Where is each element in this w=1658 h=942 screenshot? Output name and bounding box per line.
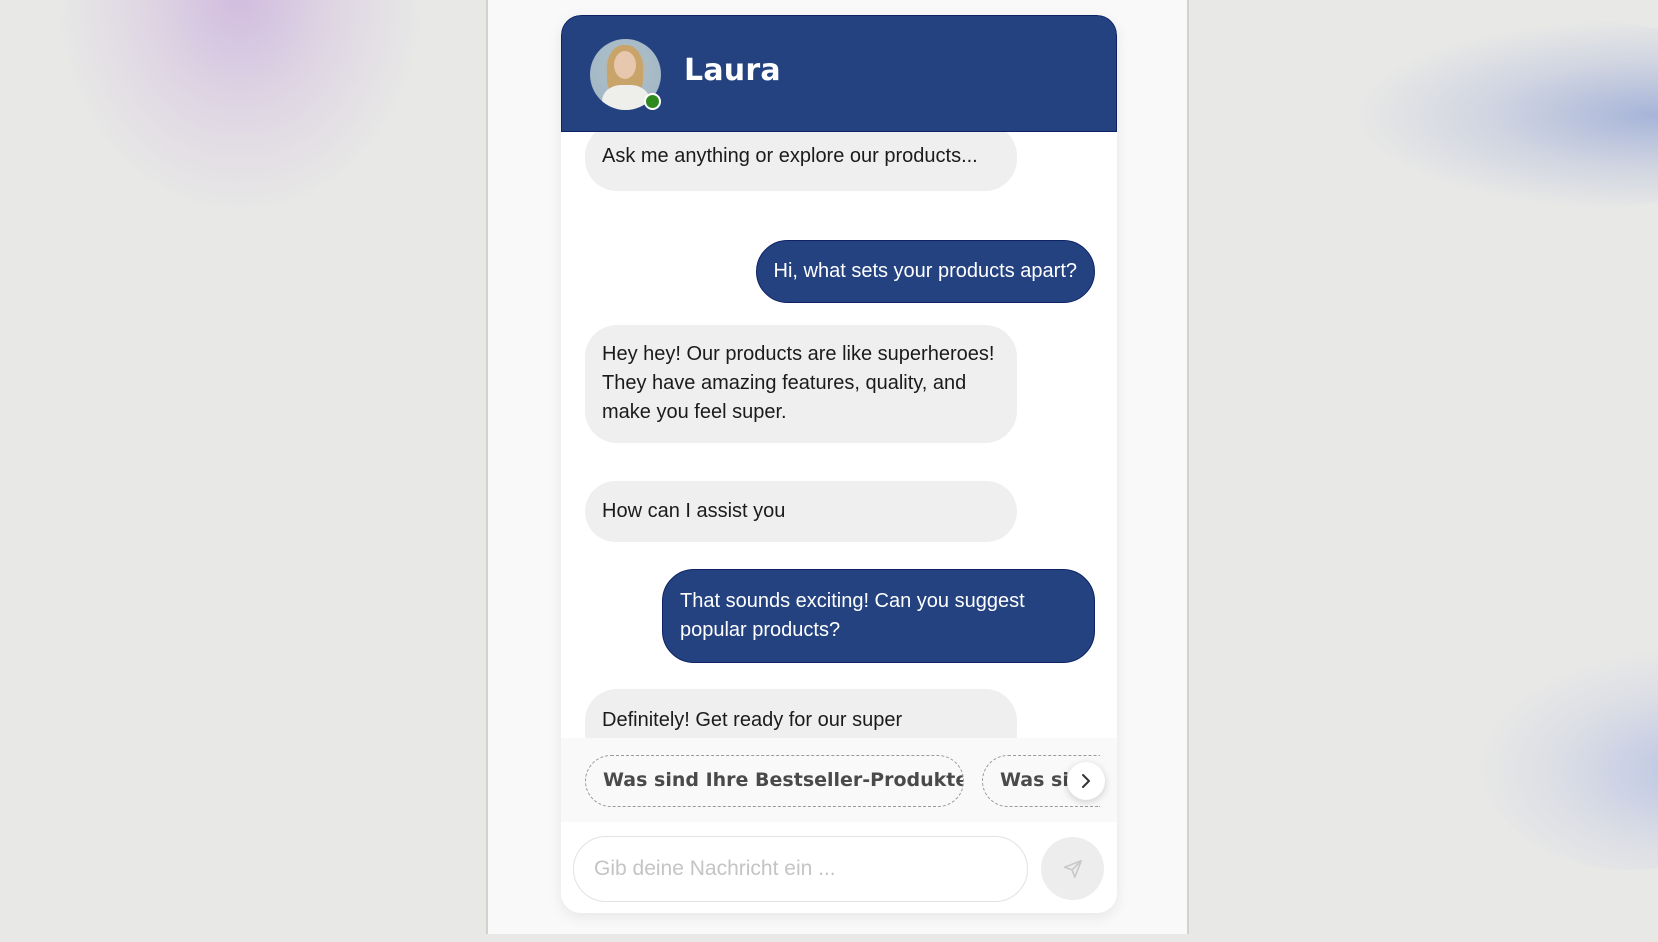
send-button[interactable] [1041, 837, 1104, 900]
background-blob-blue [1360, 20, 1658, 210]
message-list[interactable]: Ask me anything or explore our products.… [561, 132, 1117, 738]
user-message: Hi, what sets your products apart? [755, 240, 1095, 303]
suggestion-chip[interactable]: Was sind Ihre Bestseller-Produkte? [585, 755, 964, 807]
chat-header: Laura [561, 15, 1117, 132]
send-icon [1063, 859, 1082, 878]
online-status-indicator [644, 93, 661, 110]
chevron-right-icon [1082, 774, 1090, 788]
background-blob-blue [1480, 650, 1658, 870]
bot-message: Definitely! Get ready for our super [585, 689, 1017, 738]
bot-message: How can I assist you [585, 481, 1017, 542]
bot-message: Ask me anything or explore our products.… [585, 132, 1017, 191]
chat-widget: Laura Ask me anything or explore our pro… [561, 15, 1117, 913]
bot-message: Hey hey! Our products are like superhero… [585, 325, 1017, 443]
suggestions-next-button[interactable] [1067, 762, 1105, 800]
message-input[interactable] [573, 836, 1028, 902]
suggestion-bar: Was sind Ihre Bestseller-Produkte? Was s… [561, 738, 1117, 822]
user-message: That sounds exciting! Can you suggest po… [662, 569, 1095, 663]
message-composer [561, 822, 1117, 913]
agent-name: Laura [684, 53, 781, 88]
background-blob-purple [60, 0, 420, 210]
